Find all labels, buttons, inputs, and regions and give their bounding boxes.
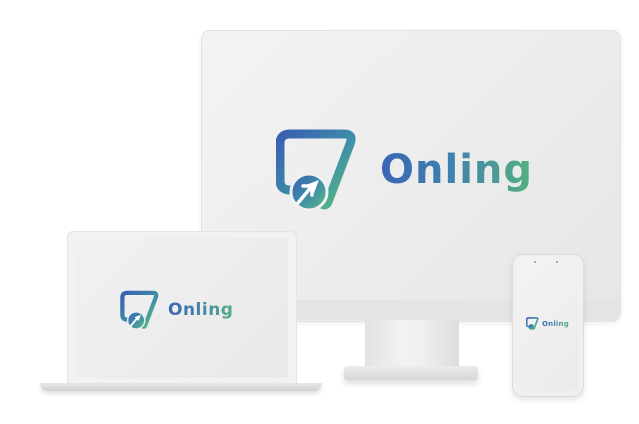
chat-bubble-cursor-icon [526,317,539,330]
phone-camera-dot [556,261,558,263]
brand-logo-desktop: Onling [276,128,533,212]
chat-bubble-cursor-icon [120,290,159,330]
desktop-monitor-stand [365,320,459,370]
chat-bubble-cursor-icon [276,129,356,212]
brand-name: Onling [380,147,534,193]
brand-logo-laptop: Onling [120,290,233,330]
phone-sensor-dot [534,261,536,263]
brand-logo-phone: Onling [526,317,569,330]
desktop-monitor-base [344,366,478,380]
brand-name: Onling [542,319,569,328]
brand-name: Onling [168,300,234,320]
laptop-base [40,383,322,391]
